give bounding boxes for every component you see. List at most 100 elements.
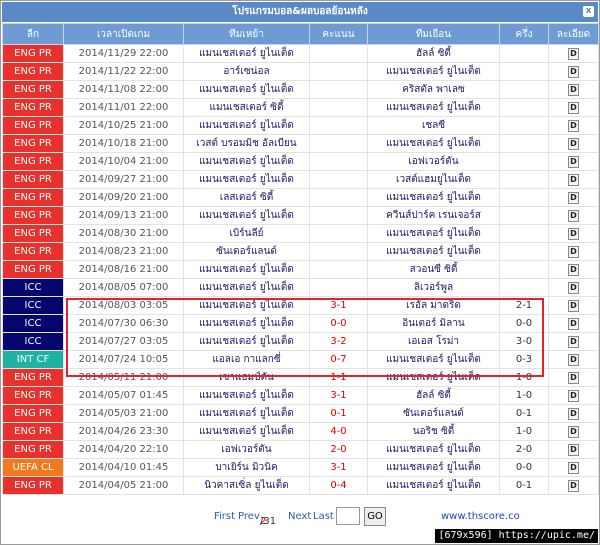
home-team-link[interactable]: นิวคาสเซิ่ล ยูไนเต็ด — [183, 476, 310, 495]
home-team-link[interactable]: แมนเชสเตอร์ ยูไนเต็ด — [183, 152, 310, 171]
away-team-link[interactable]: เอฟเวอร์ตัน — [367, 152, 500, 171]
home-team-link[interactable]: แมนเชสเตอร์ ยูไนเต็ด — [183, 386, 310, 405]
detail-icon[interactable]: D — [568, 155, 579, 168]
home-team-link[interactable]: แอลเอ กาแลกซี่ — [183, 350, 310, 369]
half-time-score: 0-0 — [499, 314, 549, 333]
detail-icon[interactable]: D — [568, 425, 579, 438]
detail-icon[interactable]: D — [568, 281, 579, 294]
away-team-link[interactable]: เชลซี — [367, 116, 500, 135]
detail-icon[interactable]: D — [568, 119, 579, 132]
detail-cell: D — [548, 350, 599, 369]
away-team-link[interactable]: เอเอส โรม่า — [367, 332, 500, 351]
away-team-link[interactable]: ลิเวอร์พูล — [367, 278, 500, 297]
away-team-link[interactable]: แมนเชสเตอร์ ยูไนเต็ด — [367, 98, 500, 117]
home-team-link[interactable]: แมนเชสเตอร์ ยูไนเต็ด — [183, 332, 310, 351]
detail-icon[interactable]: D — [568, 317, 579, 330]
away-team-link[interactable]: แมนเชสเตอร์ ยูไนเต็ด — [367, 476, 500, 495]
detail-icon[interactable]: D — [568, 335, 579, 348]
home-team-link[interactable]: แมนเชสเตอร์ ยูไนเต็ด — [183, 260, 310, 279]
detail-icon[interactable]: D — [568, 407, 579, 420]
away-team-link[interactable]: สวอนซี ซิตี้ — [367, 260, 500, 279]
detail-icon[interactable]: D — [568, 137, 579, 150]
away-team-link[interactable]: เวสต์แฮมยูไนเต็ด — [367, 170, 500, 189]
away-team-link[interactable]: ซันเดอร์แลนด์ — [367, 404, 500, 423]
away-team-link[interactable]: ฮัลล์ ซิตี้ — [367, 44, 500, 63]
detail-icon[interactable]: D — [568, 173, 579, 186]
home-team-link[interactable]: แมนเชสเตอร์ ยูไนเต็ด — [183, 44, 310, 63]
away-team-link[interactable]: แมนเชสเตอร์ ยูไนเต็ด — [367, 134, 500, 153]
home-team-link[interactable]: แมนเชสเตอร์ ยูไนเต็ด — [183, 278, 310, 297]
detail-icon[interactable]: D — [568, 65, 579, 78]
close-icon[interactable]: x — [583, 6, 594, 17]
away-team-link[interactable]: แมนเชสเตอร์ ยูไนเต็ด — [367, 62, 500, 81]
match-time: 2014/04/10 01:45 — [63, 458, 184, 477]
home-team-link[interactable]: แมนเชสเตอร์ ยูไนเต็ด — [183, 206, 310, 225]
home-team-link[interactable]: แมนเชสเตอร์ ยูไนเต็ด — [183, 296, 310, 315]
half-time-score: 0-1 — [499, 404, 549, 423]
away-team-link[interactable]: เรอัล มาดริด — [367, 296, 500, 315]
column-header-score: คะแนน — [309, 23, 368, 45]
home-team-link[interactable]: แมนเชสเตอร์ ยูไนเต็ด — [183, 170, 310, 189]
detail-cell: D — [548, 260, 599, 279]
away-team-link[interactable]: แมนเชสเตอร์ ยูไนเต็ด — [367, 188, 500, 207]
home-team-link[interactable]: เซาแธมป์ตัน — [183, 368, 310, 387]
detail-icon[interactable]: D — [568, 389, 579, 402]
away-team-link[interactable]: แมนเชสเตอร์ ยูไนเต็ด — [367, 242, 500, 261]
home-team-link[interactable]: เวสต์ บรอมมิช อัลเบียน — [183, 134, 310, 153]
away-team-link[interactable]: แมนเชสเตอร์ ยูไนเต็ด — [367, 458, 500, 477]
match-time: 2014/04/20 22:10 — [63, 440, 184, 459]
detail-cell: D — [548, 98, 599, 117]
detail-icon[interactable]: D — [568, 83, 579, 96]
go-button[interactable]: GO — [364, 507, 386, 526]
home-team-link[interactable]: แมนเชสเตอร์ ซิตี้ — [183, 98, 310, 117]
away-team-link[interactable]: อินเตอร์ มิลาน — [367, 314, 500, 333]
detail-icon[interactable]: D — [568, 263, 579, 276]
pager-first-link[interactable]: First — [214, 511, 235, 522]
detail-cell: D — [548, 476, 599, 495]
page-number-input[interactable] — [336, 507, 360, 525]
away-team-link[interactable]: ฮัลล์ ซิตี้ — [367, 386, 500, 405]
detail-icon[interactable]: D — [568, 101, 579, 114]
home-team-link[interactable]: แมนเชสเตอร์ ยูไนเต็ด — [183, 422, 310, 441]
home-team-link[interactable]: เบิร์นลีย์ — [183, 224, 310, 243]
detail-icon[interactable]: D — [568, 353, 579, 366]
away-team-link[interactable]: นอริช ซิตี้ — [367, 422, 500, 441]
pager-last-link[interactable]: Last — [313, 511, 334, 522]
detail-icon[interactable]: D — [568, 227, 579, 240]
away-team-link[interactable]: แมนเชสเตอร์ ยูไนเต็ด — [367, 350, 500, 369]
away-team-link[interactable]: แมนเชสเตอร์ ยูไนเต็ด — [367, 224, 500, 243]
away-team-link[interactable]: แมนเชสเตอร์ ยูไนเต็ด — [367, 368, 500, 387]
away-team-link[interactable]: ควีนส์ปาร์ค เรนเจอร์ส — [367, 206, 500, 225]
detail-icon[interactable]: D — [568, 461, 579, 474]
home-team-link[interactable]: แมนเชสเตอร์ ยูไนเต็ด — [183, 404, 310, 423]
detail-cell: D — [548, 422, 599, 441]
away-team-link[interactable]: แมนเชสเตอร์ ยูไนเต็ด — [367, 440, 500, 459]
detail-icon[interactable]: D — [568, 191, 579, 204]
detail-icon[interactable]: D — [568, 299, 579, 312]
detail-icon[interactable]: D — [568, 209, 579, 222]
home-team-link[interactable]: บาเยิร์น มิวนิค — [183, 458, 310, 477]
site-link[interactable]: www.thscore.co — [441, 511, 520, 522]
away-team-link[interactable]: คริสตัล พาเลซ — [367, 80, 500, 99]
pager-prev-link[interactable]: Prev — [238, 511, 260, 522]
league-badge: ENG PR — [2, 368, 64, 387]
detail-icon[interactable]: D — [568, 47, 579, 60]
table-row: ENG PR 2014/11/22 22:00 อาร์เซน่อล แมนเชสเต… — [2, 62, 599, 81]
detail-icon[interactable]: D — [568, 479, 579, 492]
detail-icon[interactable]: D — [568, 443, 579, 456]
home-team-link[interactable]: เอฟเวอร์ตัน — [183, 440, 310, 459]
home-team-link[interactable]: แมนเชสเตอร์ ยูไนเต็ด — [183, 80, 310, 99]
home-team-link[interactable]: เลสเตอร์ ซิตี้ — [183, 188, 310, 207]
detail-icon[interactable]: D — [568, 245, 579, 258]
home-team-link[interactable]: ซันเดอร์แลนด์ — [183, 242, 310, 261]
detail-icon[interactable]: D — [568, 371, 579, 384]
league-badge: ENG PR — [2, 476, 64, 495]
home-team-link[interactable]: แมนเชสเตอร์ ยูไนเต็ด — [183, 116, 310, 135]
match-time: 2014/05/03 21:00 — [63, 404, 184, 423]
detail-cell: D — [548, 278, 599, 297]
pager-next-link[interactable]: Next — [288, 511, 311, 522]
home-team-link[interactable]: อาร์เซน่อล — [183, 62, 310, 81]
league-badge: ICC — [2, 296, 64, 315]
home-team-link[interactable]: แมนเชสเตอร์ ยูไนเต็ด — [183, 314, 310, 333]
match-time: 2014/10/04 21:00 — [63, 152, 184, 171]
